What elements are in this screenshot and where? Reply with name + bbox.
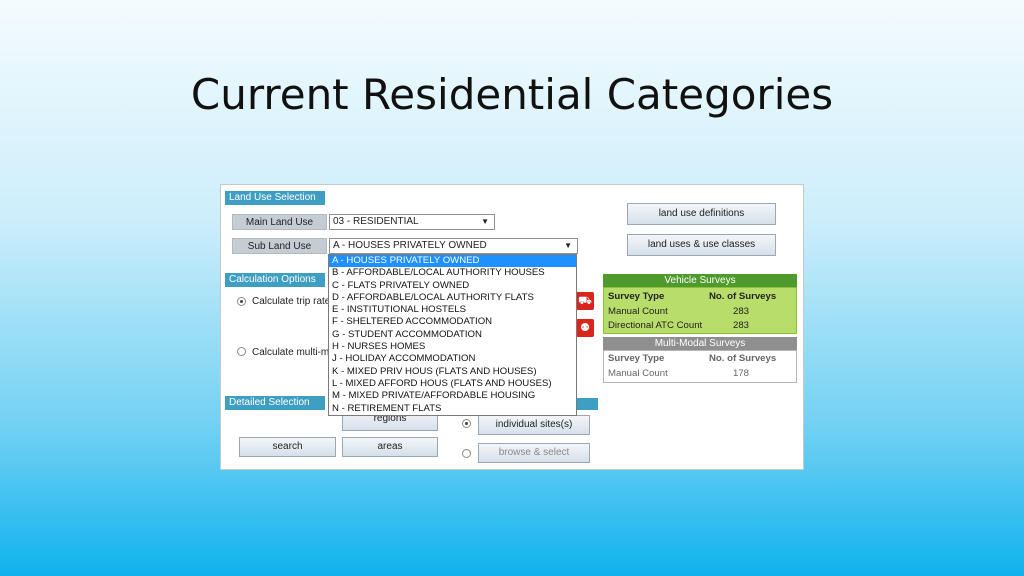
- dropdown-option[interactable]: G - STUDENT ACCOMMODATION: [329, 329, 576, 341]
- dropdown-option[interactable]: J - HOLIDAY ACCOMMODATION: [329, 353, 576, 365]
- multi-modal-surveys-header: Multi-Modal Surveys: [603, 337, 797, 350]
- dropdown-option[interactable]: H - NURSES HOMES: [329, 341, 576, 353]
- dropdown-option[interactable]: M - MIXED PRIVATE/AFFORDABLE HOUSING: [329, 390, 576, 402]
- main-land-use-label: Main Land Use: [232, 214, 327, 230]
- chevron-down-icon: ▼: [481, 217, 489, 226]
- vehicle-surveys-table: Survey Type No. of Surveys Manual Count …: [603, 287, 797, 334]
- main-land-use-value: 03 - RESIDENTIAL: [333, 216, 419, 227]
- dropdown-option[interactable]: K - MIXED PRIV HOUS (FLATS AND HOUSES): [329, 366, 576, 378]
- motorcycle-icon[interactable]: ⛟: [576, 292, 594, 310]
- dropdown-option[interactable]: A - HOUSES PRIVATELY OWNED: [329, 255, 576, 268]
- chevron-down-icon: ▼: [564, 241, 572, 250]
- search-button[interactable]: search: [239, 437, 336, 457]
- calc-multi-modal-radio[interactable]: [237, 347, 246, 356]
- detailed-selection-header: Detailed Selection: [225, 396, 325, 410]
- vehicle-row-count: 283: [733, 320, 750, 331]
- dropdown-option[interactable]: F - SHELTERED ACCOMMODATION: [329, 316, 576, 328]
- multi-modal-surveys-table: Survey Type No. of Surveys Manual Count …: [603, 350, 797, 383]
- slide-title: Current Residential Categories: [190, 70, 834, 119]
- sub-land-use-dropdown-list: A - HOUSES PRIVATELY OWNED B - AFFORDABL…: [328, 254, 577, 416]
- multi-modal-row-count: 178: [733, 368, 750, 379]
- dropdown-option[interactable]: B - AFFORDABLE/LOCAL AUTHORITY HOUSES: [329, 267, 576, 279]
- calc-trip-rate-label: Calculate trip rate: [252, 296, 331, 307]
- multi-modal-col-no-surveys: No. of Surveys: [709, 353, 777, 364]
- calc-trip-rate-radio[interactable]: [237, 297, 246, 306]
- pedestrians-icon[interactable]: ⚉: [576, 319, 594, 337]
- vehicle-col-survey-type: Survey Type: [608, 291, 665, 302]
- trip-rate-app-window: Land Use Selection Main Land Use 03 - RE…: [220, 184, 804, 470]
- areas-button[interactable]: areas: [342, 437, 438, 457]
- browse-select-button[interactable]: browse & select: [478, 443, 590, 463]
- sub-land-use-label: Sub Land Use: [232, 238, 327, 254]
- sub-land-use-value: A - HOUSES PRIVATELY OWNED: [333, 240, 487, 251]
- browse-select-radio[interactable]: [462, 449, 471, 458]
- vehicle-surveys-header: Vehicle Surveys: [603, 274, 797, 287]
- land-uses-classes-button[interactable]: land uses & use classes: [627, 234, 776, 256]
- multi-modal-col-survey-type: Survey Type: [608, 353, 665, 364]
- vehicle-row-type: Manual Count: [608, 306, 668, 317]
- vehicle-row-type: Directional ATC Count: [608, 320, 703, 331]
- multi-modal-row-type: Manual Count: [608, 368, 668, 379]
- individual-sites-radio[interactable]: [462, 419, 471, 428]
- dropdown-option[interactable]: L - MIXED AFFORD HOUS (FLATS AND HOUSES): [329, 378, 576, 390]
- calculation-options-header: Calculation Options: [225, 273, 325, 287]
- dropdown-option[interactable]: E - INSTITUTIONAL HOSTELS: [329, 304, 576, 316]
- dropdown-option[interactable]: D - AFFORDABLE/LOCAL AUTHORITY FLATS: [329, 292, 576, 304]
- calc-multi-modal-label: Calculate multi-m: [252, 347, 330, 358]
- main-land-use-select[interactable]: 03 - RESIDENTIAL ▼: [329, 214, 495, 230]
- dropdown-option[interactable]: C - FLATS PRIVATELY OWNED: [329, 280, 576, 292]
- vehicle-row-count: 283: [733, 306, 750, 317]
- land-use-definitions-button[interactable]: land use definitions: [627, 203, 776, 225]
- sub-land-use-select[interactable]: A - HOUSES PRIVATELY OWNED ▼: [329, 238, 578, 254]
- dropdown-option[interactable]: N - RETIREMENT FLATS: [329, 403, 576, 415]
- vehicle-col-no-surveys: No. of Surveys: [709, 291, 777, 302]
- individual-sites-button[interactable]: individual sites(s): [478, 415, 590, 435]
- land-use-selection-header: Land Use Selection: [225, 191, 325, 205]
